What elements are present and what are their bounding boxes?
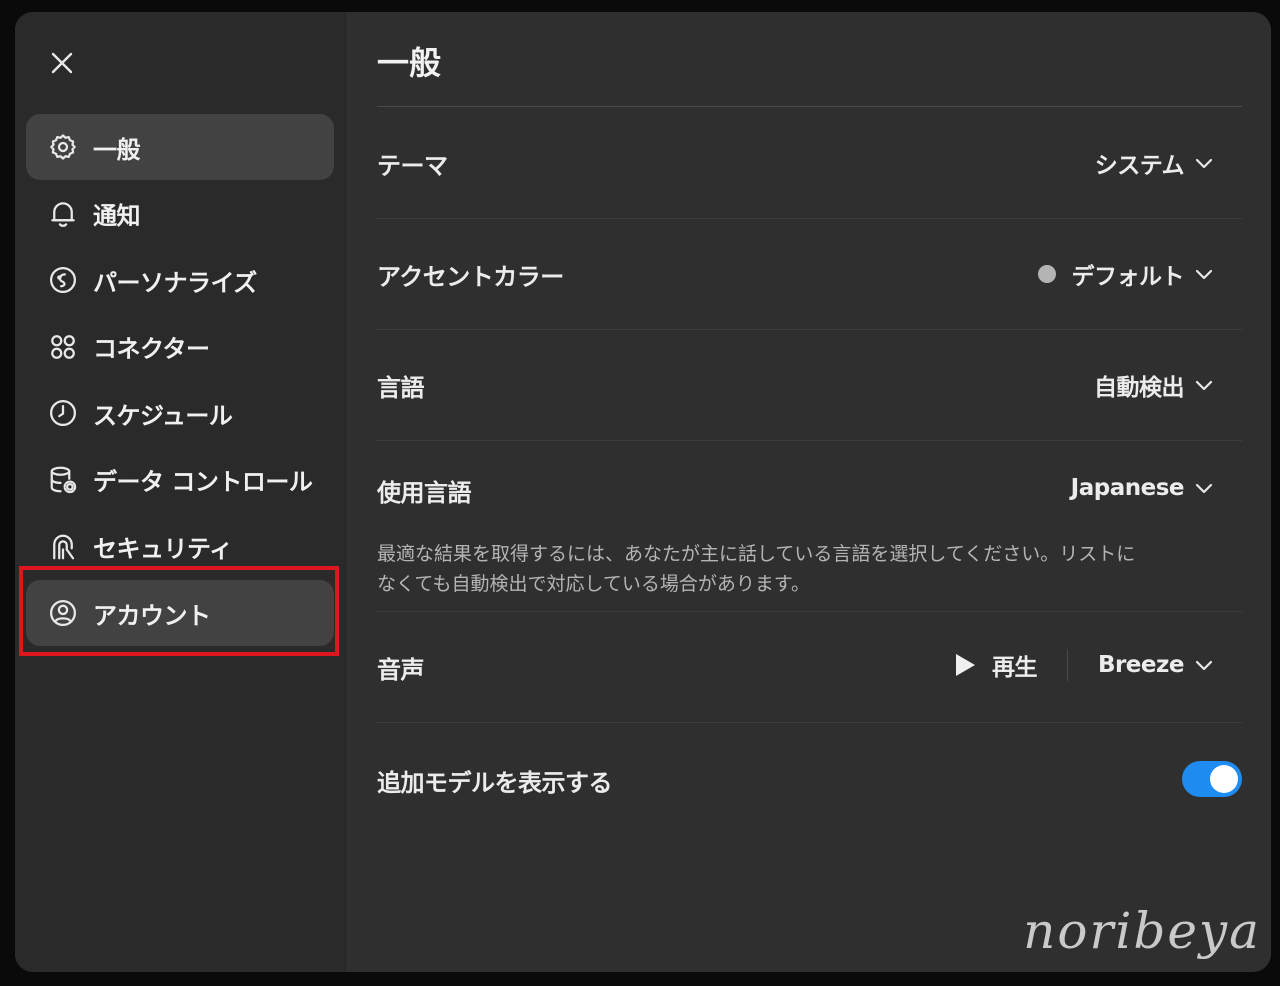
play-icon xyxy=(955,654,975,676)
bell-icon xyxy=(47,198,79,230)
setting-label: 使用言語 xyxy=(377,479,472,507)
vertical-divider xyxy=(1066,649,1068,681)
setting-label: 言語 xyxy=(377,374,425,402)
sidebar-item-label: データ コントロール xyxy=(93,468,313,497)
chevron-down-icon xyxy=(1194,478,1214,498)
database-gear-icon xyxy=(47,464,79,496)
page-title: 一般 xyxy=(377,44,442,82)
setting-label: テーマ xyxy=(377,152,448,180)
chevron-down-icon xyxy=(1194,264,1214,284)
sidebar-nav: 一般 通知 パーソナライズ コネクター スケジュール データ コントロール セキ… xyxy=(26,114,334,647)
connector-icon xyxy=(47,331,79,363)
setting-row-voice: 音声 再生 Breeze xyxy=(377,612,1242,723)
voice-controls: 再生 Breeze xyxy=(954,648,1214,682)
language-select[interactable]: 自動検出 xyxy=(1094,368,1214,402)
chevron-down-icon xyxy=(1194,375,1214,395)
chevron-down-icon xyxy=(1194,655,1214,675)
close-button[interactable] xyxy=(45,46,79,80)
sidebar-item-account[interactable]: アカウント xyxy=(26,580,334,647)
sidebar-item-label: パーソナライズ xyxy=(93,268,257,297)
additional-models-toggle[interactable] xyxy=(1182,761,1242,797)
setting-row-theme: テーマ システム xyxy=(377,108,1242,219)
voice-select[interactable]: Breeze xyxy=(1098,652,1214,678)
spoken-language-description: 最適な結果を取得するには、あなたが主に話している言語を選択してください。リストに… xyxy=(377,539,1137,599)
setting-label: アクセントカラー xyxy=(377,263,564,291)
theme-value: システム xyxy=(1094,153,1185,179)
theme-select[interactable]: システム xyxy=(1095,146,1214,180)
chevron-down-icon xyxy=(1194,153,1214,173)
clock-icon xyxy=(47,397,79,429)
sidebar-item-label: スケジュール xyxy=(93,401,233,430)
setting-row-language: 言語 自動検出 xyxy=(377,330,1242,441)
sidebar-item-schedule[interactable]: スケジュール xyxy=(26,380,334,446)
toggle-knob xyxy=(1210,765,1238,793)
user-circle-icon xyxy=(47,597,79,629)
sidebar: 一般 通知 パーソナライズ コネクター スケジュール データ コントロール セキ… xyxy=(15,12,346,972)
personalize-icon xyxy=(47,264,79,296)
sidebar-item-general[interactable]: 一般 xyxy=(26,114,334,180)
play-label: 再生 xyxy=(991,655,1038,681)
setting-row-accent: アクセントカラー デフォルト xyxy=(377,219,1242,330)
close-icon xyxy=(51,52,73,74)
security-icon xyxy=(47,531,79,563)
description-line: 最適な結果を取得するには、あなたが主に話している言語を選択してください。リストに xyxy=(377,543,1136,565)
accent-color-dot xyxy=(1037,265,1056,283)
accent-select[interactable]: デフォルト xyxy=(1037,257,1215,291)
voice-value: Breeze xyxy=(1097,652,1185,678)
sidebar-item-notifications[interactable]: 通知 xyxy=(26,181,334,247)
accent-value: デフォルト xyxy=(1071,264,1185,290)
sidebar-item-label: 通知 xyxy=(93,202,141,231)
setting-label: 音声 xyxy=(377,656,425,684)
setting-row-additional-models: 追加モデルを表示する xyxy=(377,723,1242,834)
description-line: なくても自動検出で対応している場合があります。 xyxy=(377,573,811,595)
sidebar-item-personalize[interactable]: パーソナライズ xyxy=(26,247,334,313)
settings-main: 一般 テーマ システム アクセントカラー デフォルト 言語 自動検出 使用言語 … xyxy=(346,12,1271,972)
sidebar-item-label: 一般 xyxy=(93,135,141,164)
sidebar-item-connectors[interactable]: コネクター xyxy=(26,314,334,380)
watermark: noribeya xyxy=(1023,902,1261,960)
play-voice-button[interactable]: 再生 xyxy=(954,648,1037,682)
title-divider xyxy=(377,106,1242,107)
sidebar-item-label: セキュリティ xyxy=(93,535,233,564)
setting-label: 追加モデルを表示する xyxy=(377,769,613,797)
sidebar-item-label: アカウント xyxy=(93,601,211,630)
sidebar-item-security[interactable]: セキュリティ xyxy=(26,514,334,580)
sidebar-item-data-controls[interactable]: データ コントロール xyxy=(26,447,334,513)
gear-icon xyxy=(47,131,79,163)
language-value: 自動検出 xyxy=(1094,375,1185,401)
setting-row-spoken-language: 使用言語 Japanese 最適な結果を取得するには、あなたが主に話している言語… xyxy=(377,441,1242,612)
sidebar-item-label: コネクター xyxy=(93,335,210,364)
settings-window: 一般 通知 パーソナライズ コネクター スケジュール データ コントロール セキ… xyxy=(15,12,1271,972)
spoken-language-value: Japanese xyxy=(1070,475,1185,501)
spoken-language-select[interactable]: Japanese xyxy=(1071,475,1214,501)
